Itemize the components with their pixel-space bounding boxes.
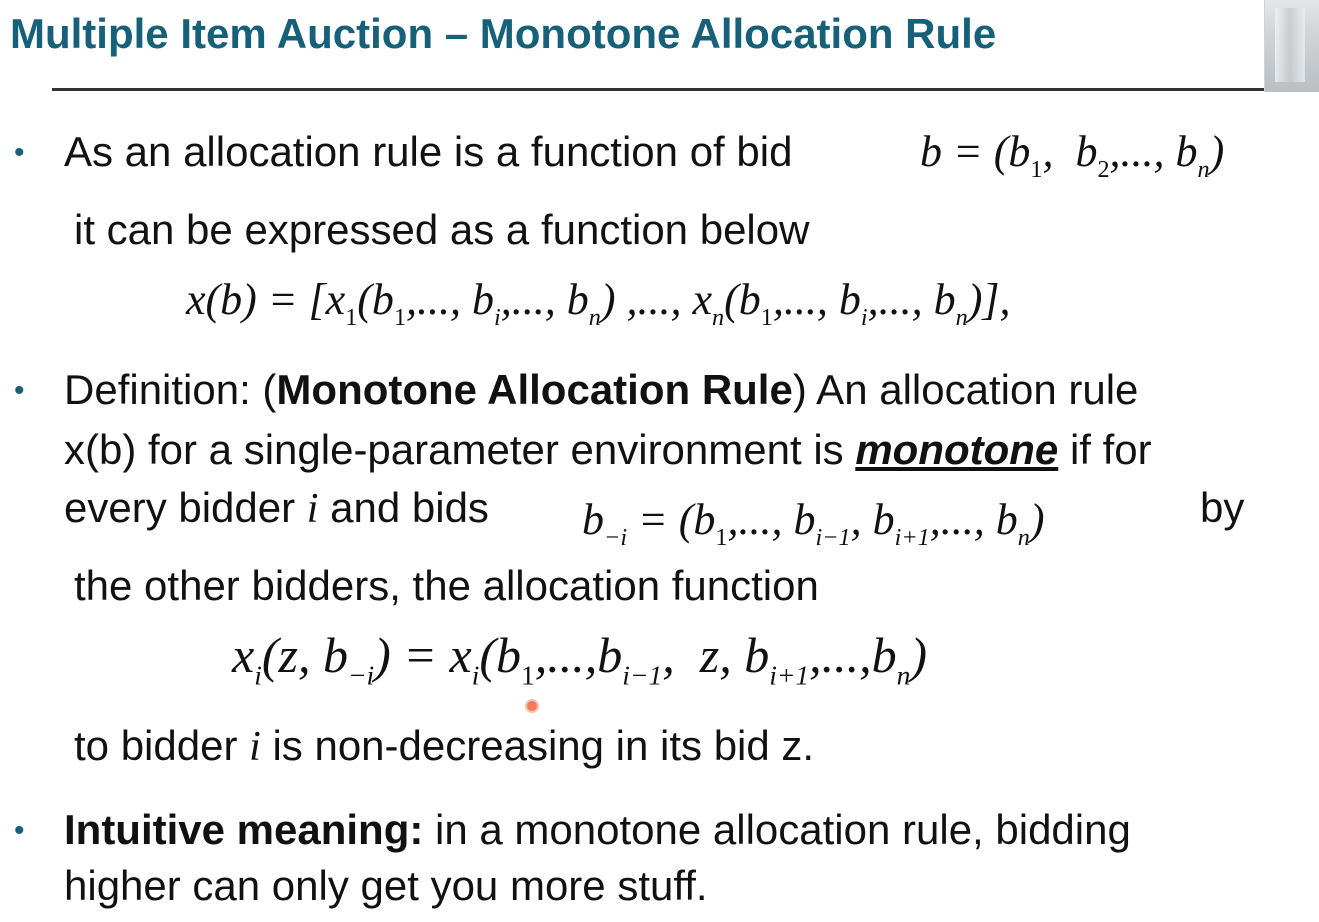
bid-vector-formula: b = (b1, b2,..., bn) <box>920 127 1225 183</box>
bullet-3-line1: Intuitive meaning: in a monotone allocat… <box>64 806 1131 853</box>
bullet-1-line2: it can be expressed as a function below <box>74 206 810 253</box>
bullet-dot-3: • <box>14 814 25 847</box>
laser-pointer-dot <box>525 699 539 713</box>
corner-photo <box>1264 0 1319 92</box>
bullet-2-line5: to bidder i is non-decreasing in its bid… <box>74 722 815 770</box>
bullet-2-line2: x(b) for a single-parameter environment … <box>64 426 1152 473</box>
allocation-function-formula: x(b) = [x1(b1,..., bi,..., bn) ,..., xn(… <box>186 275 1011 331</box>
bullet-2-by: by <box>1200 484 1245 531</box>
intuitive-meaning-term: Intuitive meaning: <box>64 806 424 853</box>
slide-title: Multiple Item Auction – Monotone Allocat… <box>10 10 997 57</box>
bullet-dot-1: • <box>14 136 25 169</box>
monotone-rule-term: Monotone Allocation Rule <box>276 366 793 413</box>
bullet-3-line2: higher can only get you more stuff. <box>64 862 708 909</box>
bullet-2-line1: Definition: (Monotone Allocation Rule) A… <box>64 366 1139 413</box>
allocation-xi-formula: xi(z, b−i) = xi(b1,...,bi−1, z, bi+1,...… <box>232 627 928 691</box>
bullet-dot-2: • <box>14 374 25 407</box>
bullet-1-text: As an allocation rule is a function of b… <box>64 128 793 175</box>
monotone-emphasis: monotone <box>855 426 1059 473</box>
other-bids-formula: b−i = (b1,..., bi−1, bi+1,..., bn) <box>582 495 1045 551</box>
bullet-2-line3: every bidder i and bids <box>64 484 489 532</box>
bullet-2-line4: the other bidders, the allocation functi… <box>74 562 819 609</box>
title-underline <box>52 88 1267 91</box>
